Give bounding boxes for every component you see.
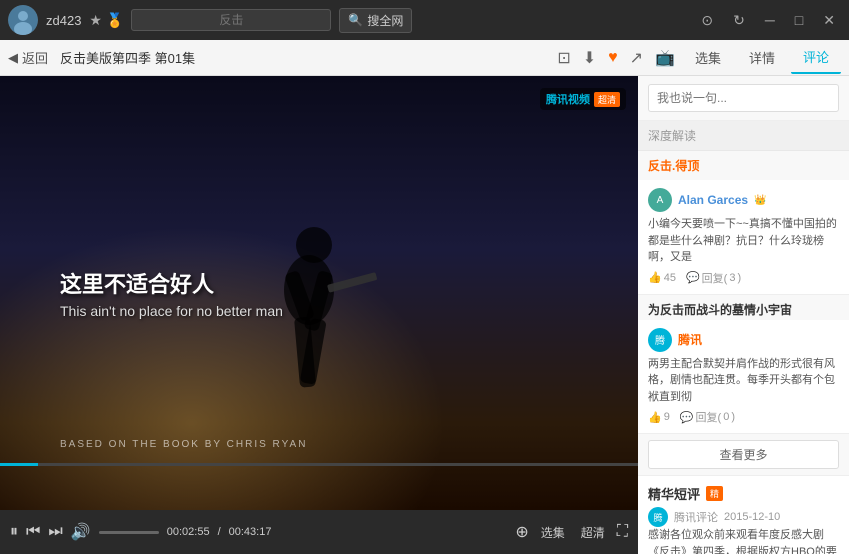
view-more-button[interactable]: 查看更多	[648, 440, 839, 469]
cast-icon[interactable]: 📺	[651, 44, 679, 72]
comment-author-1: Alan Garces	[678, 193, 748, 207]
top-comments-label: 反击.得顶	[638, 151, 849, 180]
reply-btn-2[interactable]: 💬 回复(0)	[680, 409, 735, 425]
highlight-meta: 腾 腾讯评论 2015-12-10	[648, 507, 839, 527]
star-icon[interactable]: ★	[89, 12, 102, 29]
next-button[interactable]: ⏭	[48, 523, 62, 541]
comment-input[interactable]	[648, 84, 839, 112]
highlight-text: 感谢各位观众前来观看年度反感大剧《反击》第四季，根据版权方HBO的要求，今年起所…	[648, 527, 839, 554]
comment-text-2: 两男主配合默契并肩作战的形式很有风格，剧情也配连贯。每季开头都有个包袱直到彻	[648, 356, 839, 406]
tencent-logo: 腾讯视频 超清	[540, 88, 626, 110]
quality-btn[interactable]: 超清	[577, 524, 609, 541]
like-count-1: 45	[664, 272, 676, 284]
comment-input-area	[638, 76, 849, 121]
time-current: 00:02:55	[167, 526, 210, 538]
reply-icon-2: 💬	[680, 411, 694, 424]
avatar	[8, 5, 38, 35]
back-button[interactable]: ◀ 返回	[8, 48, 48, 67]
comment-header-2: 腾 腾讯	[648, 328, 839, 352]
close-button[interactable]: ✕	[817, 10, 841, 31]
reply-label-1: 回复(	[702, 270, 728, 286]
refresh-button[interactable]: ↻	[727, 10, 751, 31]
highlight-avatar: 腾	[648, 507, 668, 527]
maximize-button[interactable]: □	[789, 10, 809, 30]
tab-selection[interactable]: 选集	[683, 42, 733, 73]
highlight-header: 精华短评 精	[648, 484, 839, 503]
username-label: zd423	[46, 13, 81, 28]
vip-icon-1: 👑	[754, 195, 766, 206]
playlist-btn[interactable]: 选集	[537, 524, 569, 541]
like-btn-1[interactable]: 👍 45	[648, 270, 676, 286]
screenshot-icon[interactable]: ⊡	[553, 44, 574, 72]
back-label: 返回	[22, 48, 48, 67]
episode-title: 反击美版第四季 第01集	[60, 48, 195, 67]
comment-actions-2: 👍 9 💬 回复(0)	[648, 409, 839, 425]
progress-bar[interactable]	[0, 463, 638, 466]
tab-detail[interactable]: 详情	[737, 42, 787, 73]
section-label: 深度解读	[648, 129, 696, 143]
title-bar: zd423 ★ 🏅 🔍 搜全网 ⊙ ↻ ─ □ ✕	[0, 0, 849, 40]
comment-title-2: 为反击而战斗的墓情小宇宙	[638, 295, 849, 320]
right-panel: 深度解读 反击.得顶 A Alan Garces 👑 小编今天要喷一下~~真搞不…	[638, 76, 849, 554]
reply-count-2: 0	[723, 411, 729, 423]
back-icon: ◀	[8, 50, 18, 66]
video-area[interactable]: 腾讯视频 超清 这里不适合好人 This ain't no place for …	[0, 76, 638, 510]
subtitle-english: This ain't no place for no better man	[60, 303, 638, 319]
highlight-label: 精华短评	[648, 484, 700, 503]
favorite-icon[interactable]: ♥	[604, 45, 622, 71]
search-input[interactable]	[131, 9, 331, 31]
vip-badge: 超清	[594, 92, 620, 107]
highlight-author: 腾讯评论	[674, 509, 718, 525]
comment-item: A Alan Garces 👑 小编今天要喷一下~~真搞不懂中国拍的都是些什么神…	[638, 180, 849, 295]
reply-count-1: 3	[729, 272, 735, 284]
time-total: 00:43:17	[229, 526, 272, 538]
comment-text-1: 小编今天要喷一下~~真搞不懂中国拍的都是些什么神剧？抗日？什么玲珑榜啊，又是	[648, 216, 839, 266]
comment-avatar-2: 腾	[648, 328, 672, 352]
play-button[interactable]: ⏸	[10, 523, 18, 541]
video-controls: ⏸ ⏮ ⏭ 🔊 00:02:55 / 00:43:17 ⊕ 选集 超清 ⛶	[0, 510, 638, 554]
progress-fill	[0, 463, 38, 466]
character-silhouette	[219, 170, 419, 470]
download-icon[interactable]: ⬇	[579, 44, 600, 72]
prev-button[interactable]: ⏮	[26, 523, 40, 541]
main-layout: 腾讯视频 超清 这里不适合好人 This ain't no place for …	[0, 76, 849, 554]
volume-slider[interactable]	[99, 531, 159, 534]
comment-item-2: 腾 腾讯 两男主配合默契并肩作战的形式很有风格，剧情也配连贯。每季开头都有个包袱…	[638, 320, 849, 435]
book-credit: BASED ON THE BOOK BY CHRIS RYAN	[60, 439, 307, 450]
video-subtitles: 这里不适合好人 This ain't no place for no bette…	[0, 267, 638, 319]
title-icons: ★ 🏅	[89, 12, 123, 29]
search-icon: 🔍	[348, 13, 363, 27]
toolbar: ◀ 返回 反击美版第四季 第01集 ⊡ ⬇ ♥ ↗ 📺 选集 详情 评论	[0, 40, 849, 76]
like-count-2: 9	[664, 411, 670, 423]
section-header: 深度解读	[638, 121, 849, 151]
search-global-label: 搜全网	[367, 12, 403, 29]
window-controls: ⊙ ↻ ─ □ ✕	[695, 10, 841, 31]
time-separator: /	[218, 526, 221, 538]
highlight-date: 2015-12-10	[724, 511, 780, 523]
skin-button[interactable]: ⊙	[695, 10, 719, 31]
reply-label-2: 回复(	[696, 409, 722, 425]
reply-btn-1[interactable]: 💬 回复(3)	[686, 270, 741, 286]
like-icon-2: 👍	[648, 411, 662, 424]
fullscreen-button[interactable]: ⛶	[617, 523, 628, 541]
comment-avatar-1: A	[648, 188, 672, 212]
settings-icon[interactable]: ⊕	[515, 522, 528, 542]
minimize-button[interactable]: ─	[759, 10, 781, 30]
highlight-badge: 精	[706, 486, 723, 501]
badge-icon[interactable]: 🏅	[106, 12, 123, 29]
video-panel: 腾讯视频 超清 这里不适合好人 This ain't no place for …	[0, 76, 638, 554]
highlight-section: 精华短评 精 腾 腾讯评论 2015-12-10 感谢各位观众前来观看年度反感大…	[638, 475, 849, 554]
like-icon-1: 👍	[648, 271, 662, 284]
volume-icon[interactable]: 🔊	[71, 522, 91, 542]
share-icon[interactable]: ↗	[626, 44, 647, 72]
like-btn-2[interactable]: 👍 9	[648, 409, 670, 425]
tab-comment[interactable]: 评论	[791, 41, 841, 74]
comment-header-1: A Alan Garces 👑	[648, 188, 839, 212]
subtitle-chinese: 这里不适合好人	[60, 267, 638, 299]
reply-icon-1: 💬	[686, 271, 700, 284]
comment-actions-1: 👍 45 💬 回复(3)	[648, 270, 839, 286]
search-global-btn[interactable]: 🔍 搜全网	[339, 8, 412, 33]
tencent-label: 腾讯视频	[546, 91, 590, 107]
comment-author-2: 腾讯	[678, 331, 702, 348]
